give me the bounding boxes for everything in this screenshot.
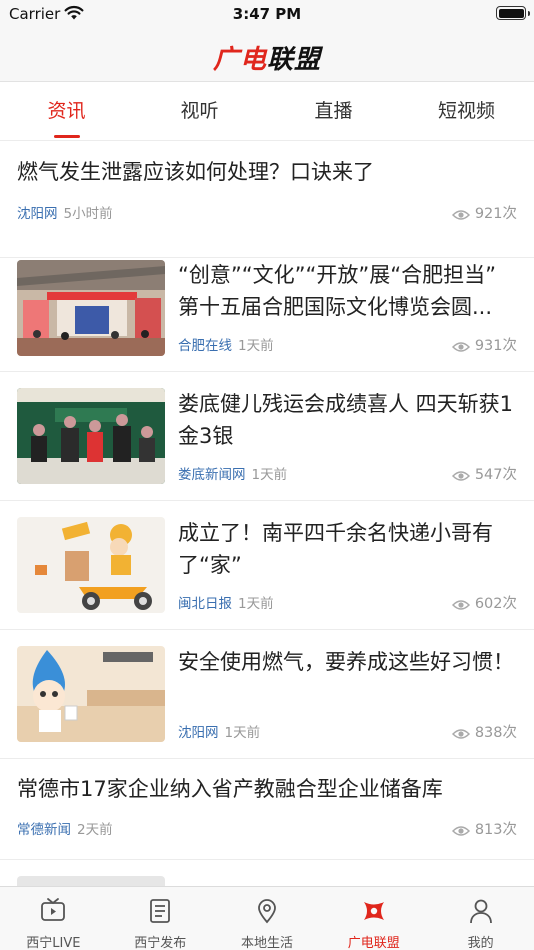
tv-icon [41,898,66,921]
user-icon [469,899,492,924]
article-time: 5小时前 [63,206,113,222]
article-meta: 常德新闻 2天前 [17,820,113,840]
view-count: 931次 [451,336,517,356]
eye-icon [451,471,470,481]
news-feed[interactable]: 燃气发生泄露应该如何处理？口诀来了 沈阳网 5小时前 921次 “创意”“文化”… [0,142,534,887]
list-item[interactable]: 娄底健儿残运会成绩喜人 四天斩获1金3银 娄底新闻网 1天前 547次 [0,372,534,501]
bottom-tab-label: 西宁LIVE [26,936,81,950]
article-thumbnail [17,517,165,613]
article-source: 合肥在线 [178,338,232,354]
bottom-tab-bar: 西宁LIVE 西宁发布 本地生活 广电联盟 我的 [0,886,534,950]
status-bar: Carrier 3:47 PM [0,0,534,28]
status-time: 3:47 PM [232,5,302,23]
logo-text-black: 联盟 [267,45,322,75]
view-count-label: 547次 [474,467,517,483]
location-pin-icon [258,899,276,924]
tab-live[interactable]: 直播 [267,83,400,141]
article-meta: 娄底新闻网 1天前 [178,465,287,485]
list-item[interactable]: 燃气发生泄露应该如何处理？口诀来了 沈阳网 5小时前 921次 [0,142,534,258]
article-title: 娄底健儿残运会成绩喜人 四天斩获1金3银 [178,392,514,448]
list-item[interactable]: 常德市17家企业纳入省产教融合型企业储备库 常德新闻 2天前 813次 [0,759,534,860]
eye-icon [451,342,470,352]
bottom-tab-mine[interactable]: 我的 [427,887,534,950]
article-time: 1天前 [251,467,288,483]
article-title: 燃气发生泄露应该如何处理？口诀来了 [17,160,374,184]
article-meta: 闽北日报 1天前 [178,594,274,614]
alliance-logo-icon [363,902,384,920]
logo-text-red: 广电 [212,45,267,75]
article-source: 沈阳网 [17,206,58,222]
eye-icon [451,600,470,610]
view-count: 921次 [451,204,517,224]
eye-icon [451,826,470,836]
article-source: 常德新闻 [17,822,71,838]
tab-audiovisual[interactable]: 视听 [133,83,266,141]
bottom-tab-xining-live[interactable]: 西宁LIVE [0,887,107,950]
article-time: 1天前 [238,596,274,612]
article-time: 1天前 [238,338,274,354]
article-time: 1天前 [224,725,261,741]
view-count-label: 813次 [474,822,517,838]
view-count-label: 602次 [474,596,517,612]
nav-bar: 广电联盟 [0,28,534,82]
award-ceremony-photo [17,388,165,484]
active-tab-indicator [54,135,80,138]
view-count: 838次 [451,723,517,743]
article-title: 常德市17家企业纳入省产教融合型企业储备库 [17,777,443,801]
bottom-tab-label: 本地生活 [240,936,293,950]
eye-icon [451,729,470,739]
courier-scooter-illustration [17,517,165,613]
view-count: 602次 [451,594,517,614]
article-source: 闽北日报 [178,596,232,612]
battery-icon [496,6,530,20]
bottom-tab-label: 西宁发布 [134,936,187,950]
article-source: 娄底新闻网 [178,467,246,483]
view-count-label: 931次 [474,338,517,354]
list-item[interactable]: “创意”“文化”“开放”展“合肥担当” 第十五届合肥国际文化博览会圆... 合肥… [0,258,534,372]
bottom-tab-xining-release[interactable]: 西宁发布 [107,887,214,950]
view-count: 547次 [451,465,517,485]
article-title: 安全使用燃气，要养成这些好习惯！ [178,650,514,674]
expo-hall-photo [17,260,165,356]
app-logo: 广电联盟 [0,39,534,76]
document-list-icon [150,899,171,923]
article-thumbnail [17,646,165,742]
article-title: “创意”“文化”“开放”展“合肥担当” 第十五届合肥国际文化博览会圆... [178,263,497,319]
article-thumbnail [17,388,165,484]
list-item[interactable]: 安全使用燃气，要养成这些好习惯！ 沈阳网 1天前 838次 [0,630,534,759]
bottom-tab-local-life[interactable]: 本地生活 [214,887,321,950]
eye-icon [451,210,470,220]
view-count-label: 838次 [474,725,517,741]
article-source: 沈阳网 [178,725,219,741]
list-item-partial[interactable] [0,860,534,887]
article-time: 2天前 [77,822,113,838]
view-count-label: 921次 [474,206,517,222]
article-meta: 合肥在线 1天前 [178,336,274,356]
bottom-tab-label: 我的 [467,936,494,950]
tab-short-video[interactable]: 短视频 [400,83,533,141]
article-meta: 沈阳网 1天前 [178,723,260,743]
bottom-tab-broadcast-alliance[interactable]: 广电联盟 [320,887,427,950]
tab-news[interactable]: 资讯 [0,83,133,141]
category-tabs: 资讯 视听 直播 短视频 [0,83,534,141]
list-item[interactable]: 成立了！南平四千余名快递小哥有了“家” 闽北日报 1天前 602次 [0,501,534,630]
article-meta: 沈阳网 5小时前 [17,204,113,224]
gas-mascot-illustration [17,646,165,742]
article-title: 成立了！南平四千余名快递小哥有了“家” [178,521,493,577]
view-count: 813次 [451,820,517,840]
article-thumbnail [17,260,165,356]
bottom-tab-label: 广电联盟 [347,936,400,950]
